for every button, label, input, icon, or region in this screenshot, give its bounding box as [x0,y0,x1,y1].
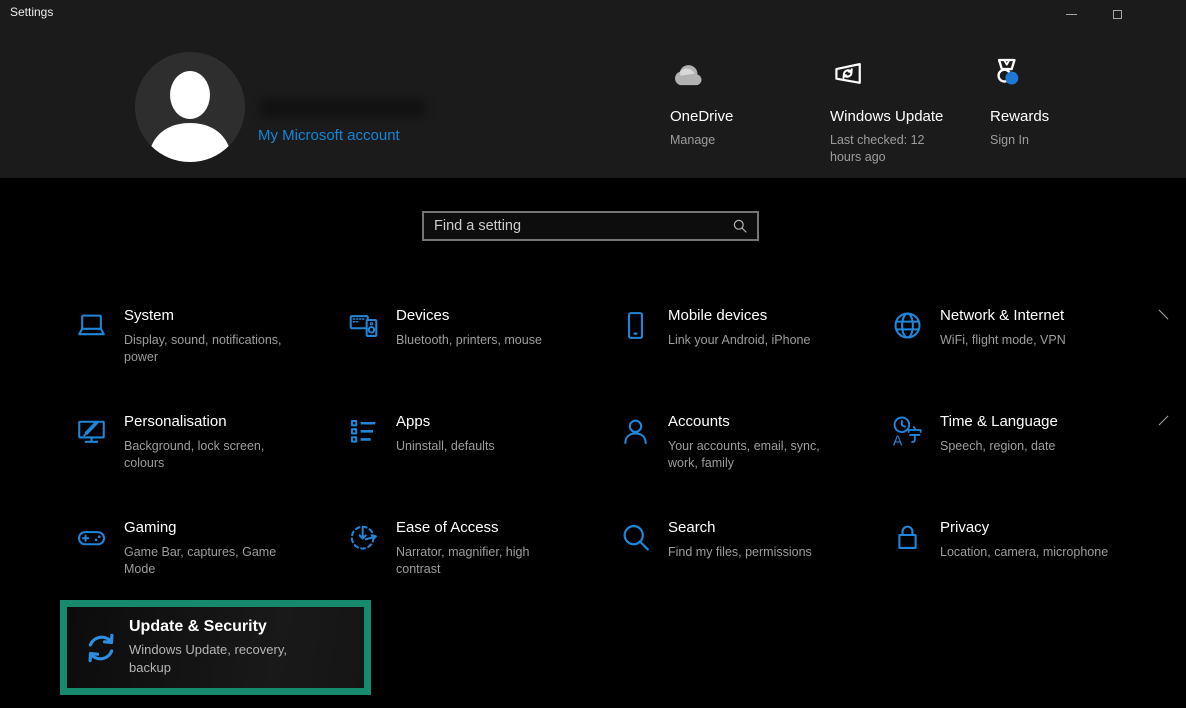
tile-devices[interactable]: Devices Bluetooth, printers, mouse [340,306,602,349]
onedrive-cloud-icon [670,53,815,97]
search-input[interactable] [424,213,732,239]
search-icon [612,518,668,561]
tile-gaming[interactable]: Gaming Game Bar, captures, Game Mode [68,518,330,578]
tile-mobile-devices[interactable]: Mobile devices Link your Android, iPhone [612,306,874,349]
tile-title: Apps [396,412,495,432]
minimize-button[interactable] [1048,0,1094,28]
tile-title: System [124,306,304,326]
laptop-icon [68,306,124,366]
tile-network-internet[interactable]: Network & Internet WiFi, flight mode, VP… [884,306,1146,349]
rewards-medal-icon [990,53,1135,97]
find-a-setting-searchbox[interactable] [422,211,759,241]
tile-accounts[interactable]: Accounts Your accounts, email, sync, wor… [612,412,874,472]
tile-title: Devices [396,306,542,326]
quick-item-onedrive[interactable]: OneDrive Manage [670,53,815,149]
quick-item-subtitle: Last checked: 12 hours ago [830,132,930,165]
quick-item-title: Rewards [990,108,1135,125]
sync-icon [67,629,129,667]
tile-title: Accounts [668,412,848,432]
tile-update-security[interactable]: Update & Security Windows Update, recove… [60,600,371,695]
ease-of-access-icon [340,518,396,578]
window-title: Settings [10,5,53,19]
tile-title: Gaming [124,518,304,538]
close-button[interactable] [1140,0,1186,28]
apps-list-icon [340,412,396,455]
tile-title: Update & Security [129,618,321,636]
svg-text:A: A [893,433,903,448]
person-avatar-icon [135,52,245,162]
tile-time-language[interactable]: A Time & Language Speech, region, date [884,412,1146,455]
tile-subtitle: Link your Android, iPhone [668,332,810,349]
tile-subtitle: Bluetooth, printers, mouse [396,332,542,349]
tile-subtitle: Location, camera, microphone [940,544,1108,561]
personalisation-brush-icon [68,412,124,472]
settings-window: Settings My Microsoft account [0,0,1186,708]
tile-subtitle: Speech, region, date [940,438,1058,455]
time-language-icon: A [884,412,940,455]
account-header: My Microsoft account OneDrive Manage [0,28,1186,178]
tile-subtitle: Game Bar, captures, Game Mode [124,544,304,578]
maximize-button[interactable] [1094,0,1140,28]
quick-item-title: Windows Update [830,108,975,125]
quick-item-subtitle: Manage [670,132,770,149]
gamepad-icon [68,518,124,578]
search-icon[interactable] [732,218,748,234]
tile-subtitle: Display, sound, notifications, power [124,332,304,366]
lock-icon [884,518,940,561]
tile-personalisation[interactable]: Personalisation Background, lock screen,… [68,412,330,472]
windows-update-icon [830,53,975,97]
tile-subtitle: Background, lock screen, colours [124,438,304,472]
tile-system[interactable]: System Display, sound, notifications, po… [68,306,330,366]
tile-privacy[interactable]: Privacy Location, camera, microphone [884,518,1146,561]
maximize-icon [1113,10,1122,19]
tile-subtitle: Uninstall, defaults [396,438,495,455]
devices-icon [340,306,396,349]
tile-title: Network & Internet [940,306,1066,326]
microsoft-account-link[interactable]: My Microsoft account [258,127,400,144]
tile-title: Mobile devices [668,306,810,326]
tile-title: Privacy [940,518,1108,538]
tile-title: Personalisation [124,412,304,432]
tile-subtitle: WiFi, flight mode, VPN [940,332,1066,349]
tile-title: Ease of Access [396,518,576,538]
quick-item-subtitle: Sign In [990,132,1090,149]
mobile-phone-icon [612,306,668,349]
account-name-redacted [260,98,425,118]
globe-icon [884,306,940,349]
quick-item-title: OneDrive [670,108,815,125]
tile-subtitle: Find my files, permissions [668,544,812,561]
person-icon [612,412,668,472]
tile-subtitle: Your accounts, email, sync, work, family [668,438,848,472]
tile-ease-of-access[interactable]: Ease of Access Narrator, magnifier, high… [340,518,602,578]
tile-subtitle: Windows Update, recovery, backup [129,641,321,676]
close-icon [1157,8,1170,21]
tile-apps[interactable]: Apps Uninstall, defaults [340,412,602,455]
window-controls [1048,0,1186,28]
tile-title: Time & Language [940,412,1058,432]
title-bar: Settings [0,0,1186,28]
quick-item-rewards[interactable]: Rewards Sign In [990,53,1135,149]
tile-title: Search [668,518,812,538]
tile-search[interactable]: Search Find my files, permissions [612,518,874,561]
minimize-icon [1066,14,1077,15]
quick-item-windows-update[interactable]: Windows Update Last checked: 12 hours ag… [830,53,975,165]
tile-subtitle: Narrator, magnifier, high contrast [396,544,576,578]
